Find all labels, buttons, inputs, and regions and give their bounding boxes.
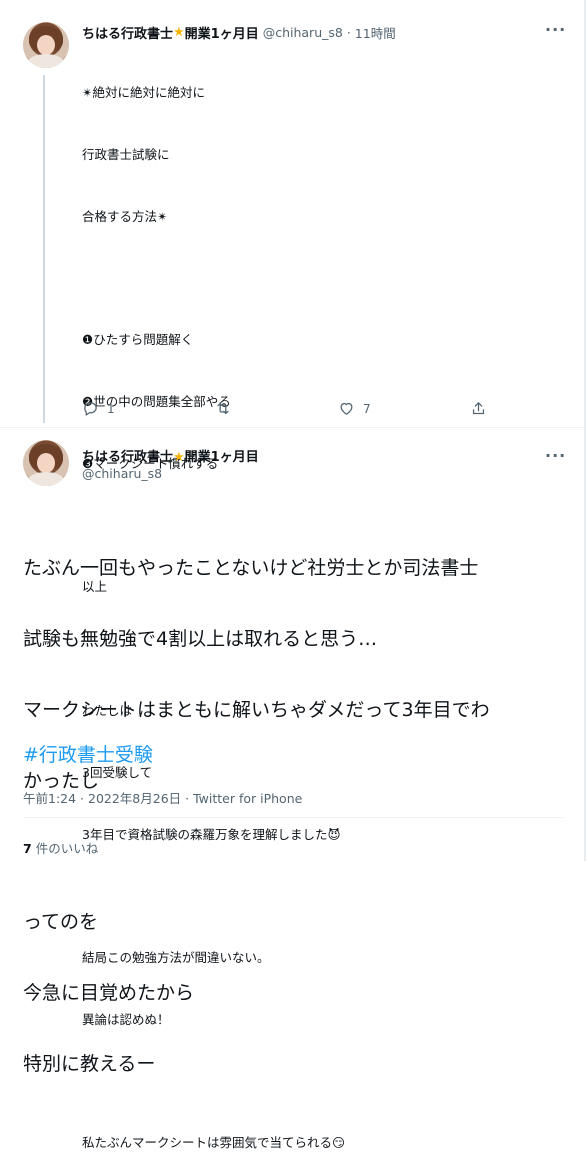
tweet1-line: ✴絶対に絶対に絶対に — [82, 85, 205, 101]
more-icon[interactable]: ··· — [545, 20, 566, 39]
avatar-shoulder — [27, 472, 65, 486]
tweet2-author-row: ちはる行政書士★開業1ヶ月目 — [82, 446, 259, 465]
divider — [23, 817, 563, 818]
thread-line — [43, 75, 45, 423]
avatar-face — [37, 35, 55, 55]
tweet2-line: 試験も無勉強で4割以上は取れると思う… — [23, 627, 378, 650]
avatar-face — [37, 453, 55, 473]
tweet1-line: ​ — [82, 269, 345, 290]
reply-button[interactable]: 1 — [82, 400, 115, 417]
likes-count: 7 — [23, 841, 32, 856]
likes-summary[interactable]: 7 件のいいね — [23, 838, 98, 857]
tweet1-line: 私たぶんマークシートは雰囲気で当てられる😏 — [82, 1135, 346, 1151]
share-icon — [472, 402, 485, 415]
hashtag-link[interactable]: #行政書士受験 — [23, 740, 153, 767]
avatar-shoulder — [27, 54, 65, 68]
separator: · — [346, 25, 351, 40]
tweet2-line: 特別に教えるー — [23, 1052, 156, 1075]
more-icon[interactable]: ··· — [545, 446, 566, 465]
tweet-time[interactable]: 11時間 — [355, 26, 396, 41]
author-name[interactable]: ちはる行政書士 — [82, 450, 173, 465]
star-icon: ★ — [173, 450, 185, 465]
share-button[interactable] — [470, 400, 487, 417]
like-count: 7 — [363, 401, 371, 416]
author-handle[interactable]: @chiharu_s8 — [82, 466, 162, 481]
author-badge: 開業1ヶ月目 — [184, 27, 259, 42]
tweet2-line: たぶん一回もやったことないけど社労士とか司法書士 — [23, 557, 479, 580]
author-name[interactable]: ちはる行政書士 — [82, 27, 173, 42]
tweet-timestamp[interactable]: 午前1:24 · 2022年8月26日 · Twitter for iPhone — [23, 788, 302, 807]
retweet-button[interactable] — [214, 400, 240, 417]
avatar[interactable] — [23, 440, 69, 486]
tweet1-line: 行政書士試験に — [82, 146, 170, 162]
tweet2-line: ってのを — [23, 911, 99, 934]
author-handle[interactable]: @chiharu_s8 — [263, 25, 343, 40]
tweet2-line: マークシートはまともに解いちゃダメだって3年目でわ — [23, 698, 490, 721]
author-badge: 開業1ヶ月目 — [184, 450, 259, 465]
heart-icon — [340, 402, 353, 415]
reply-icon — [84, 402, 97, 416]
star-icon: ★ — [173, 25, 185, 40]
avatar[interactable] — [23, 22, 69, 68]
tweet1-line: ❶ひたすら問題解く — [82, 332, 194, 348]
retweet-icon — [217, 402, 229, 415]
likes-label: 件のいいね — [35, 841, 99, 856]
like-button[interactable]: 7 — [338, 400, 371, 417]
divider — [0, 427, 586, 428]
tweet1-header: ちはる行政書士★開業1ヶ月目 @chiharu_s8 · 11時間 — [82, 23, 396, 42]
reply-count: 1 — [107, 401, 115, 416]
tweet2-line: 今急に目覚めたから — [23, 981, 195, 1004]
tweet1-line: 合格する方法✴ — [82, 208, 168, 224]
